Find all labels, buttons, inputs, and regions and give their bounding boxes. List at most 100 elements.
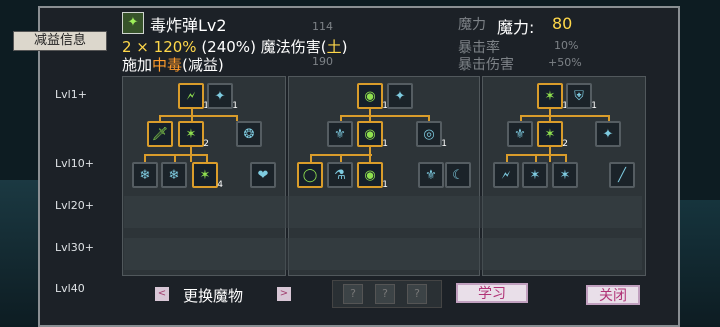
- tree-c-r2-node-2[interactable]: ✶ 2: [537, 121, 568, 149]
- learn-button[interactable]: 学习: [456, 283, 528, 303]
- tree-connector: [340, 154, 342, 162]
- material-slot-1[interactable]: ?: [343, 284, 363, 304]
- tree-b-r1-node-2[interactable]: ✦: [387, 83, 413, 109]
- crit-damage-label: 暴击伤害: [458, 57, 514, 73]
- prev-monster-arrow[interactable]: <: [155, 287, 169, 301]
- cave-background-left: [0, 180, 38, 327]
- skill-node-icon: ◉: [364, 126, 376, 142]
- tree-connector: [340, 115, 429, 117]
- mana-value: 80: [552, 14, 573, 33]
- tree-connector: [310, 154, 312, 162]
- skill-node-icon: 🗲: [186, 88, 196, 104]
- tree-c-r3-node-4[interactable]: ╱: [609, 162, 635, 188]
- skill-node-icon: ✦: [214, 88, 226, 104]
- skill-node-icon: 🗲: [501, 167, 511, 183]
- row-label-lvl10: Lvl10+: [55, 157, 94, 170]
- tree-c-r2-node-3[interactable]: ✦: [595, 121, 621, 147]
- tree-b-r3-node-4[interactable]: ⚜: [418, 162, 444, 188]
- tree-a-r1-node-1[interactable]: 🗲1: [178, 83, 209, 111]
- tree-c-r2-node-1[interactable]: ⚜: [507, 121, 533, 147]
- effect-prefix: 施加: [122, 56, 153, 74]
- tree-connector: [206, 154, 208, 162]
- bg-mana-label: 魔力: [458, 17, 486, 33]
- crit-damage-value: +50%: [548, 56, 582, 69]
- tree-connector: [144, 154, 208, 156]
- effect-line: 施加中毒(减益): [122, 54, 224, 75]
- row-label-lvl30: Lvl30+: [55, 241, 94, 254]
- skill-node-icon: ⛨: [574, 88, 584, 104]
- tree-a-r2-node-3[interactable]: ❂: [236, 121, 262, 147]
- tree-connector: [565, 154, 567, 162]
- tree-connector: [520, 115, 609, 117]
- skill-node-icon: ╱: [618, 167, 626, 183]
- skill-node-icon: ❤: [257, 167, 269, 183]
- tree-b-r3-node-1[interactable]: ◯: [297, 162, 323, 188]
- skill-node-icon: ☾: [452, 167, 464, 183]
- tree-connector: [535, 154, 537, 162]
- swap-monster-label[interactable]: 更换魔物: [183, 285, 243, 306]
- skill-node-icon: ⚜: [425, 167, 437, 183]
- tree-a-r2-node-2[interactable]: ✶ 2: [178, 121, 209, 149]
- tree-b-r3-node-3[interactable]: ◉ 1: [357, 162, 388, 190]
- tree-a-r2-node-1[interactable]: 🗡: [147, 121, 173, 147]
- skill-node-icon: ⚗: [334, 167, 346, 183]
- debuff-info-button[interactable]: 减益信息: [13, 31, 107, 51]
- effect-name: 中毒: [152, 56, 183, 74]
- tree-connector: [506, 154, 508, 162]
- tree-b-r2-node-3[interactable]: ◉ 1: [357, 121, 388, 149]
- damage-element: 土: [326, 38, 342, 56]
- skill-node-icon: ⚜: [334, 126, 346, 142]
- skill-node-icon: ✶: [199, 167, 211, 183]
- tree-c-r3-node-2[interactable]: ✶: [522, 162, 548, 188]
- effect-suffix: (减益): [182, 56, 224, 74]
- cave-background-right: [680, 200, 720, 327]
- tree-connector: [159, 115, 238, 117]
- skill-node-level: 1: [441, 139, 447, 149]
- tree-a-r1-node-2[interactable]: ✦ 1: [207, 83, 238, 111]
- skill-node-level: 1: [232, 101, 238, 111]
- tree-a-r3-node-4[interactable]: ❤: [250, 162, 276, 188]
- skill-node-icon: ✶: [559, 167, 571, 183]
- tree-b-r3-node-2[interactable]: ⚗: [327, 162, 353, 188]
- bg-value-1: 114: [312, 20, 333, 33]
- skill-node-level: 4: [217, 180, 223, 190]
- tree-c-r3-node-1[interactable]: 🗲: [493, 162, 519, 188]
- tree-a-r3-node-2[interactable]: ❄: [161, 162, 187, 188]
- tree-c-r1-node-2[interactable]: ⛨ 1: [566, 83, 597, 111]
- tree-a-r3-node-3[interactable]: ✶ 4: [192, 162, 223, 190]
- skill-node-icon: ❄: [168, 167, 180, 183]
- close-button[interactable]: 关闭: [586, 285, 640, 305]
- skill-node-icon: ◉: [364, 88, 376, 104]
- skill-node-icon: ✶: [529, 167, 541, 183]
- tree-b-r1-node-1[interactable]: ◉ 1: [357, 83, 388, 111]
- skill-node-icon: ◯: [302, 167, 318, 183]
- skill-node-icon: ◉: [364, 167, 376, 183]
- skill-node-icon: ✦: [602, 126, 614, 142]
- tree-c-r3-node-3[interactable]: ✶: [552, 162, 578, 188]
- mana-label: 魔力:: [497, 18, 535, 37]
- tree-b-r2-node-1[interactable]: ⚜: [327, 121, 353, 147]
- skill-node-icon: ❂: [243, 126, 255, 142]
- next-monster-arrow[interactable]: >: [277, 287, 291, 301]
- skill-node-level: 1: [382, 180, 388, 190]
- tree-a-r3-node-1[interactable]: ❄: [132, 162, 158, 188]
- skill-node-level: 2: [562, 139, 568, 149]
- tree-connector: [174, 154, 176, 162]
- skill-node-level: 2: [203, 139, 209, 149]
- skill-node-icon: ✶: [544, 88, 556, 104]
- skill-node-icon: ◎: [423, 126, 435, 142]
- tree-b-r3-node-5[interactable]: ☾: [445, 162, 471, 188]
- skill-node-icon: ✦: [394, 88, 406, 104]
- skill-name: 毒炸弹Lv2: [150, 16, 227, 35]
- tree-c-r1-node-1[interactable]: ✶1: [537, 83, 568, 111]
- crit-rate-value: 10%: [554, 39, 579, 52]
- damage-type: 魔法伤害(: [260, 38, 327, 56]
- row-label-lvl20: Lvl20+: [55, 199, 94, 212]
- damage-close-paren: ): [341, 38, 348, 56]
- material-slots: ? ? ?: [332, 280, 442, 308]
- material-slot-2[interactable]: ?: [375, 284, 395, 304]
- row-label-lvl40: Lvl40: [55, 282, 85, 295]
- material-slot-3[interactable]: ?: [407, 284, 427, 304]
- tree-b-r2-node-4[interactable]: ◎ 1: [416, 121, 447, 149]
- skill-node-icon: ✶: [185, 126, 197, 142]
